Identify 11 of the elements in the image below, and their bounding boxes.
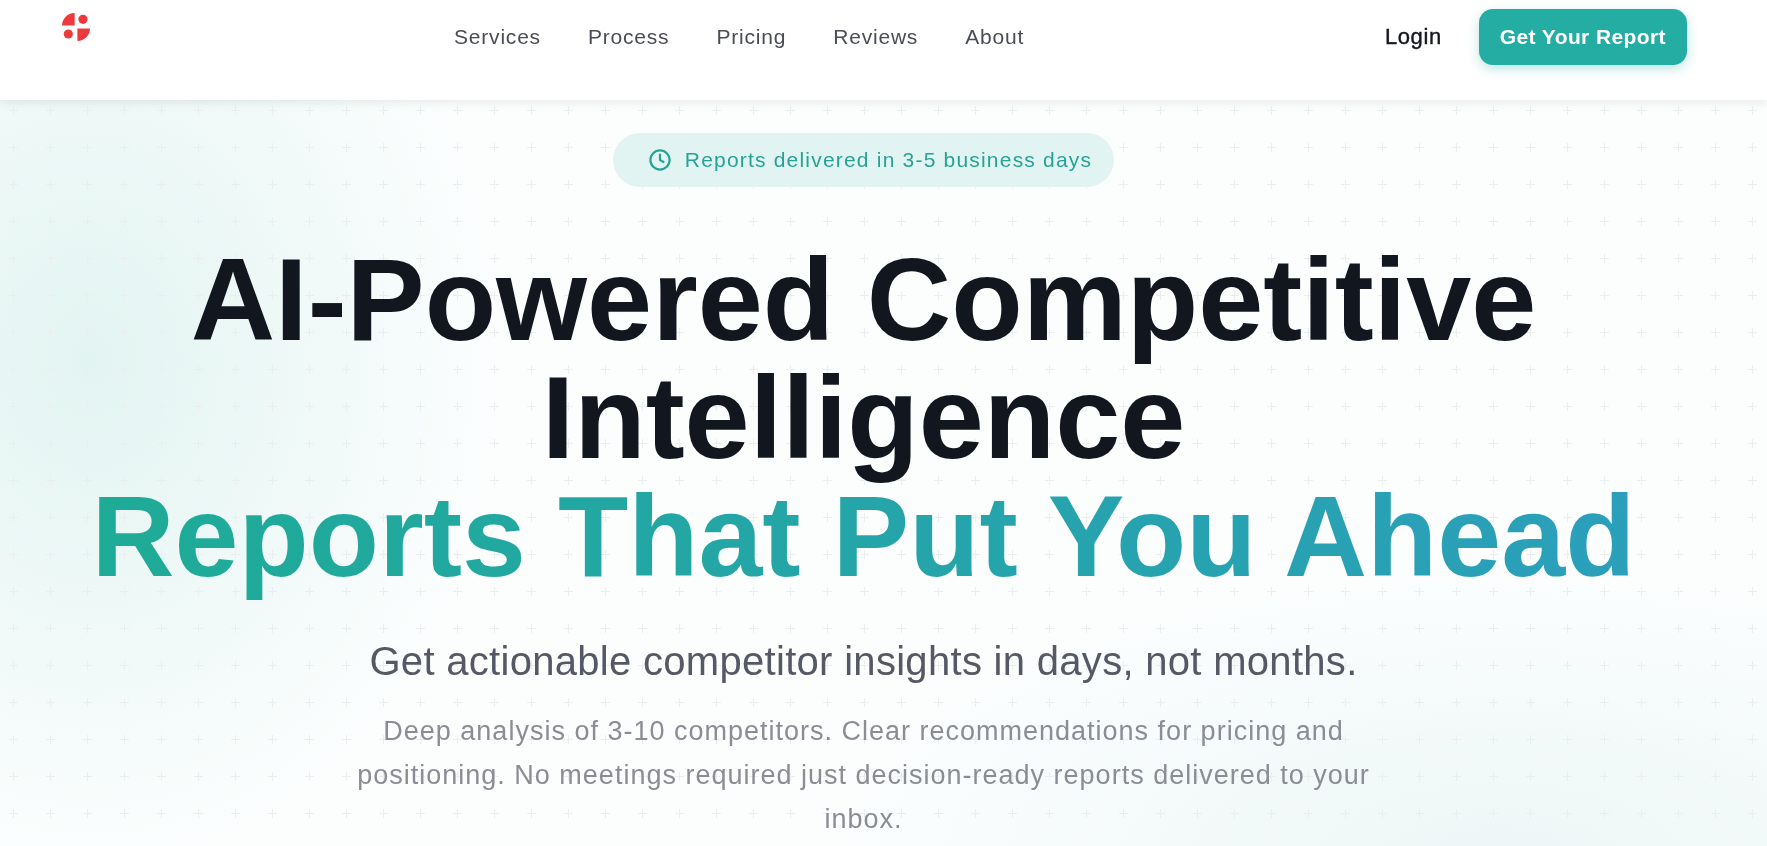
nav-link[interactable]: Pricing <box>716 21 787 53</box>
nav-link[interactable]: Reviews <box>833 21 919 53</box>
nav-link[interactable]: About <box>965 21 1025 53</box>
login-link[interactable]: Login <box>1384 24 1442 50</box>
hero-subtitle: Get actionable competitor insights in days, not months. <box>369 638 1358 685</box>
badge-text: Reports delivered in 3-5 business days <box>684 148 1093 172</box>
nav-link[interactable]: Process <box>587 21 670 53</box>
nav-link[interactable]: Services <box>454 21 541 53</box>
logo-icon[interactable] <box>62 13 90 41</box>
hero-description: Deep analysis of 3-10 competitors. Clear recommendations for pricing and positioning. No meetings required just decision-ready reports delivered to your inbox. <box>356 715 1371 836</box>
clock-icon <box>648 149 671 171</box>
